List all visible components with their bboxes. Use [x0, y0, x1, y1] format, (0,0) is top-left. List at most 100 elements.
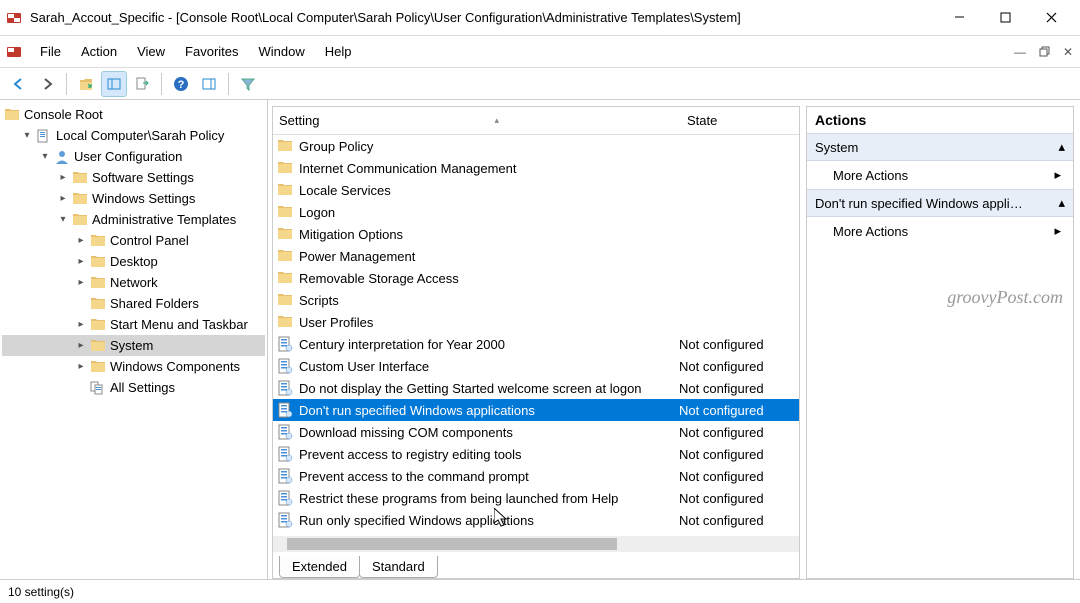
list-row[interactable]: User Profiles	[273, 311, 799, 333]
tree-control-panel[interactable]: ▸Control Panel	[2, 230, 265, 251]
row-setting-text: User Profiles	[299, 315, 679, 330]
policy-setting-icon	[277, 424, 293, 440]
row-setting-text: Locale Services	[299, 183, 679, 198]
menu-action[interactable]: Action	[71, 40, 127, 63]
collapse-icon[interactable]: ▾	[56, 213, 70, 227]
menu-file[interactable]: File	[30, 40, 71, 63]
tree-user-configuration[interactable]: ▾ User Configuration	[2, 146, 265, 167]
mdi-minimize-button[interactable]: —	[1009, 42, 1031, 62]
menu-help[interactable]: Help	[315, 40, 362, 63]
tree-administrative-templates[interactable]: ▾ Administrative Templates	[2, 209, 265, 230]
tree-start-menu[interactable]: ▸Start Menu and Taskbar	[2, 314, 265, 335]
list-row[interactable]: Prevent access to registry editing tools…	[273, 443, 799, 465]
folder-icon	[277, 204, 293, 220]
maximize-button[interactable]	[982, 3, 1028, 33]
user-icon	[54, 149, 70, 165]
tree-desktop[interactable]: ▸Desktop	[2, 251, 265, 272]
h-scrollbar[interactable]	[273, 536, 799, 552]
list-row[interactable]: Locale Services	[273, 179, 799, 201]
action-group-selection[interactable]: Don't run specified Windows applicat... …	[807, 189, 1073, 217]
minimize-button[interactable]	[936, 3, 982, 33]
tree-shared-folders[interactable]: ▸Shared Folders	[2, 293, 265, 314]
main-area: Console Root ▾ Local Computer\Sarah Poli…	[0, 100, 1080, 579]
close-button[interactable]	[1028, 3, 1074, 33]
chevron-right-icon: ▸	[1054, 223, 1061, 239]
menubar: File Action View Favorites Window Help —…	[0, 36, 1080, 68]
all-settings-icon	[90, 380, 106, 396]
tree-system[interactable]: ▸System	[2, 335, 265, 356]
list-row[interactable]: Mitigation Options	[273, 223, 799, 245]
nav-forward-button[interactable]	[34, 71, 60, 97]
collapse-icon[interactable]: ▾	[38, 150, 52, 164]
column-setting[interactable]: Setting▴	[273, 113, 679, 128]
tree-windows-components[interactable]: ▸Windows Components	[2, 356, 265, 377]
folder-icon	[90, 254, 106, 270]
mdi-restore-button[interactable]	[1033, 42, 1055, 62]
expand-icon[interactable]: ▸	[56, 171, 70, 185]
list-row[interactable]: Removable Storage Access	[273, 267, 799, 289]
list-row[interactable]: Scripts	[273, 289, 799, 311]
list-row[interactable]: Do not display the Getting Started welco…	[273, 377, 799, 399]
nav-back-button[interactable]	[6, 71, 32, 97]
column-state[interactable]: State	[679, 113, 799, 128]
action-more-selection[interactable]: More Actions ▸	[807, 217, 1073, 245]
folder-icon	[90, 296, 106, 312]
list-row[interactable]: Group Policy	[273, 135, 799, 157]
menu-view[interactable]: View	[127, 40, 175, 63]
expand-icon[interactable]: ▸	[74, 276, 88, 290]
up-button[interactable]	[73, 71, 99, 97]
expand-icon[interactable]: ▸	[74, 255, 88, 269]
list-row[interactable]: Power Management	[273, 245, 799, 267]
list-row[interactable]: Internet Communication Management	[273, 157, 799, 179]
policy-icon	[36, 128, 52, 144]
row-setting-text: Download missing COM components	[299, 425, 679, 440]
list-row[interactable]: Download missing COM componentsNot confi…	[273, 421, 799, 443]
mdi-close-button[interactable]: ✕	[1057, 42, 1079, 62]
tree-windows-settings[interactable]: ▸ Windows Settings	[2, 188, 265, 209]
row-state-text: Not configured	[679, 381, 799, 396]
action-group-system[interactable]: System ▴	[807, 133, 1073, 161]
expand-icon[interactable]: ▸	[56, 192, 70, 206]
tab-extended[interactable]: Extended	[279, 556, 360, 578]
list-row[interactable]: Run only specified Windows applicationsN…	[273, 509, 799, 531]
tree-console-root[interactable]: Console Root	[2, 104, 265, 125]
folder-icon	[72, 212, 88, 228]
tab-standard[interactable]: Standard	[359, 556, 438, 578]
list-row[interactable]: Century interpretation for Year 2000Not …	[273, 333, 799, 355]
help-button[interactable]: ?	[168, 71, 194, 97]
tree-local-computer-policy[interactable]: ▾ Local Computer\Sarah Policy	[2, 125, 265, 146]
list-row[interactable]: Windows Automatic UpdatesNot configured	[273, 531, 799, 532]
menu-favorites[interactable]: Favorites	[175, 40, 248, 63]
list-row[interactable]: Logon	[273, 201, 799, 223]
scrollbar-thumb[interactable]	[287, 538, 617, 550]
list-row[interactable]: Restrict these programs from being launc…	[273, 487, 799, 509]
action-more-system[interactable]: More Actions ▸	[807, 161, 1073, 189]
folder-icon	[4, 107, 20, 123]
row-state-text: Not configured	[679, 359, 799, 374]
row-setting-text: Mitigation Options	[299, 227, 679, 242]
expand-icon[interactable]: ▸	[74, 234, 88, 248]
menu-window[interactable]: Window	[249, 40, 315, 63]
policy-setting-icon	[277, 512, 293, 528]
expand-icon[interactable]: ▸	[74, 318, 88, 332]
export-button[interactable]	[129, 71, 155, 97]
policy-setting-icon	[277, 380, 293, 396]
expand-icon[interactable]: ▸	[74, 360, 88, 374]
tree-software-settings[interactable]: ▸ Software Settings	[2, 167, 265, 188]
tree-network[interactable]: ▸Network	[2, 272, 265, 293]
tree-all-settings[interactable]: ▸All Settings	[2, 377, 265, 398]
tree-pane[interactable]: Console Root ▾ Local Computer\Sarah Poli…	[0, 100, 268, 579]
titlebar: Sarah_Accout_Specific - [Console Root\Lo…	[0, 0, 1080, 36]
list-row[interactable]: Don't run specified Windows applications…	[273, 399, 799, 421]
folder-icon	[277, 226, 293, 242]
show-hide-actions-button[interactable]	[196, 71, 222, 97]
statusbar: 10 setting(s)	[0, 579, 1080, 603]
list-row[interactable]: Prevent access to the command promptNot …	[273, 465, 799, 487]
policy-setting-icon	[277, 446, 293, 462]
list-row[interactable]: Custom User InterfaceNot configured	[273, 355, 799, 377]
expand-icon[interactable]: ▸	[74, 339, 88, 353]
filter-button[interactable]	[235, 71, 261, 97]
show-hide-tree-button[interactable]	[101, 71, 127, 97]
list-body[interactable]: Group PolicyInternet Communication Manag…	[273, 135, 799, 532]
collapse-icon[interactable]: ▾	[20, 129, 34, 143]
